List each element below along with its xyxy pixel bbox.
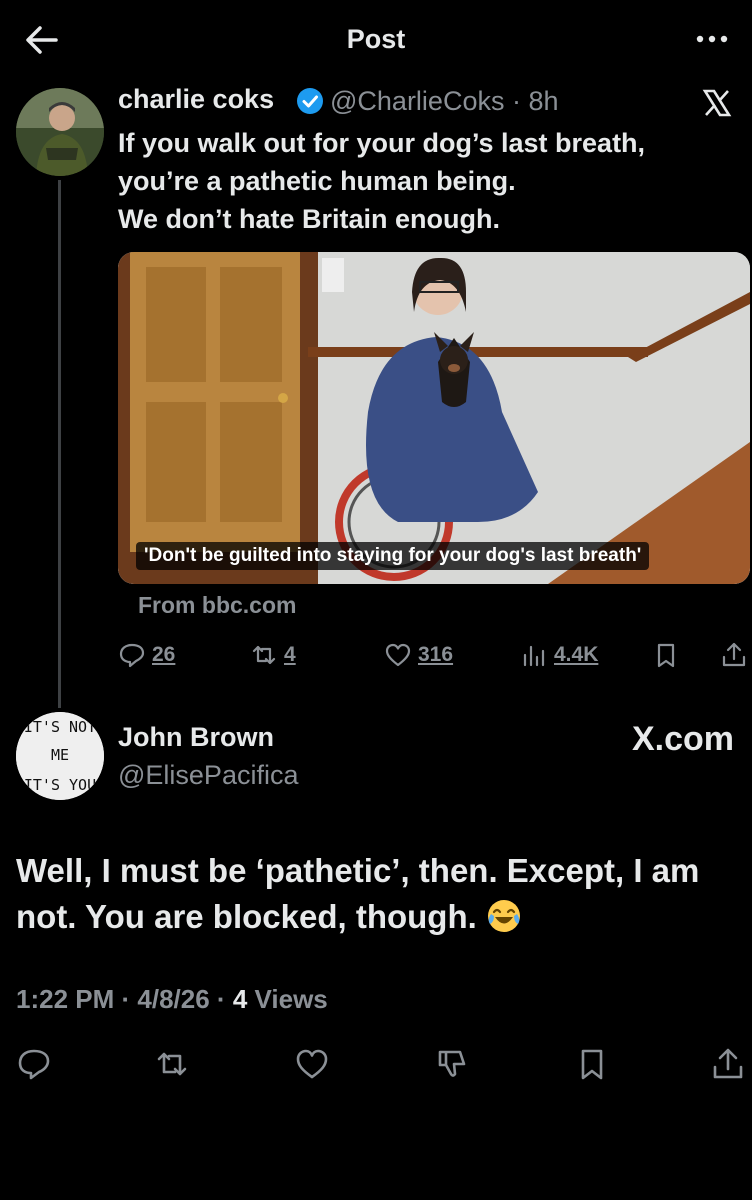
thumbs-down-icon: [438, 1050, 466, 1077]
link-card-image[interactable]: 'Don't be guilted into staying for your …: [118, 252, 750, 584]
more-options-icon[interactable]: [694, 24, 730, 54]
x-logo-icon: [702, 88, 732, 118]
bookmark-icon: [657, 643, 675, 668]
author-handle[interactable]: @ElisePacifica: [118, 760, 298, 791]
top-bar: Post: [0, 0, 752, 78]
views-count: 4.4K: [554, 643, 599, 666]
media-caption: 'Don't be guilted into staying for your …: [136, 542, 650, 570]
share-icon: [713, 1048, 743, 1079]
views-count: 4: [232, 984, 248, 1014]
repost-icon: [252, 645, 276, 665]
share-button[interactable]: [720, 638, 748, 672]
avatar-text-line: IT'S YOU: [24, 776, 96, 794]
page-title: Post: [346, 24, 406, 54]
reply-text: Well, I must be ‘pathetic’, then. Except…: [16, 848, 736, 940]
author-handle-time[interactable]: @CharlieCoks · 8h: [330, 86, 559, 117]
repost-icon: [157, 1052, 187, 1076]
post-time: 1:22 PM: [16, 984, 115, 1014]
avatar[interactable]: IT'S NOT ME IT'S YOU: [16, 712, 104, 800]
like-count: 316: [418, 643, 454, 666]
avatar-text-line: ME: [51, 746, 69, 764]
post-text-line: We don’t hate Britain enough.: [118, 204, 500, 234]
post-time: · 8h: [511, 86, 559, 116]
bookmark-button[interactable]: [574, 1046, 614, 1086]
post-text-line: you’re a pathetic human being.: [118, 166, 516, 196]
author-handle[interactable]: @CharlieCoks: [330, 86, 504, 116]
share-icon: [722, 642, 746, 667]
author-name[interactable]: charlie coks: [118, 84, 274, 115]
reply-button[interactable]: [16, 1046, 56, 1086]
views-chart-icon: [523, 645, 545, 667]
avatar[interactable]: [16, 88, 104, 176]
bookmark-icon: [581, 1049, 603, 1080]
reply-text-body: Well, I must be ‘pathetic’, then. Except…: [16, 852, 700, 935]
like-button[interactable]: [294, 1046, 334, 1086]
heart-icon: [385, 643, 411, 667]
views-label: Views: [254, 984, 328, 1014]
post-text: If you walk out for your dog’s last brea…: [118, 124, 738, 238]
post-text-line: If you walk out for your dog’s last brea…: [118, 128, 646, 158]
bookmark-button[interactable]: [652, 638, 680, 672]
post-date: 4/8/26: [137, 984, 210, 1014]
like-button[interactable]: 316: [384, 638, 453, 672]
post-metadata: 1:22 PM · 4/8/26 · 4 Views: [16, 984, 328, 1014]
reply-icon: [18, 1049, 50, 1080]
photo-woman-wheelchair-dog: [118, 252, 750, 584]
reply-actions: [0, 1046, 752, 1086]
repost-count: 4: [284, 643, 296, 666]
views-button[interactable]: 4.4K: [520, 638, 598, 672]
laughing-crying-emoji-icon: [486, 898, 522, 934]
verified-badge-icon: [296, 87, 324, 115]
repost-button[interactable]: [154, 1046, 194, 1086]
repost-button[interactable]: 4: [250, 638, 296, 672]
author-name[interactable]: John Brown: [118, 722, 274, 753]
avatar-text-line: IT'S NOT: [24, 718, 96, 736]
thread-connector-line: [58, 180, 61, 708]
reply-button[interactable]: 26: [118, 638, 175, 672]
dislike-button[interactable]: [434, 1046, 474, 1086]
link-source[interactable]: From bbc.com: [138, 592, 296, 619]
x-com-watermark: X.com: [631, 720, 734, 758]
reply-icon: [119, 643, 145, 668]
share-button[interactable]: [710, 1046, 750, 1086]
heart-icon: [296, 1049, 328, 1079]
post-actions: 26 4 316 4.4K: [118, 638, 750, 672]
reply-count: 26: [152, 643, 176, 666]
